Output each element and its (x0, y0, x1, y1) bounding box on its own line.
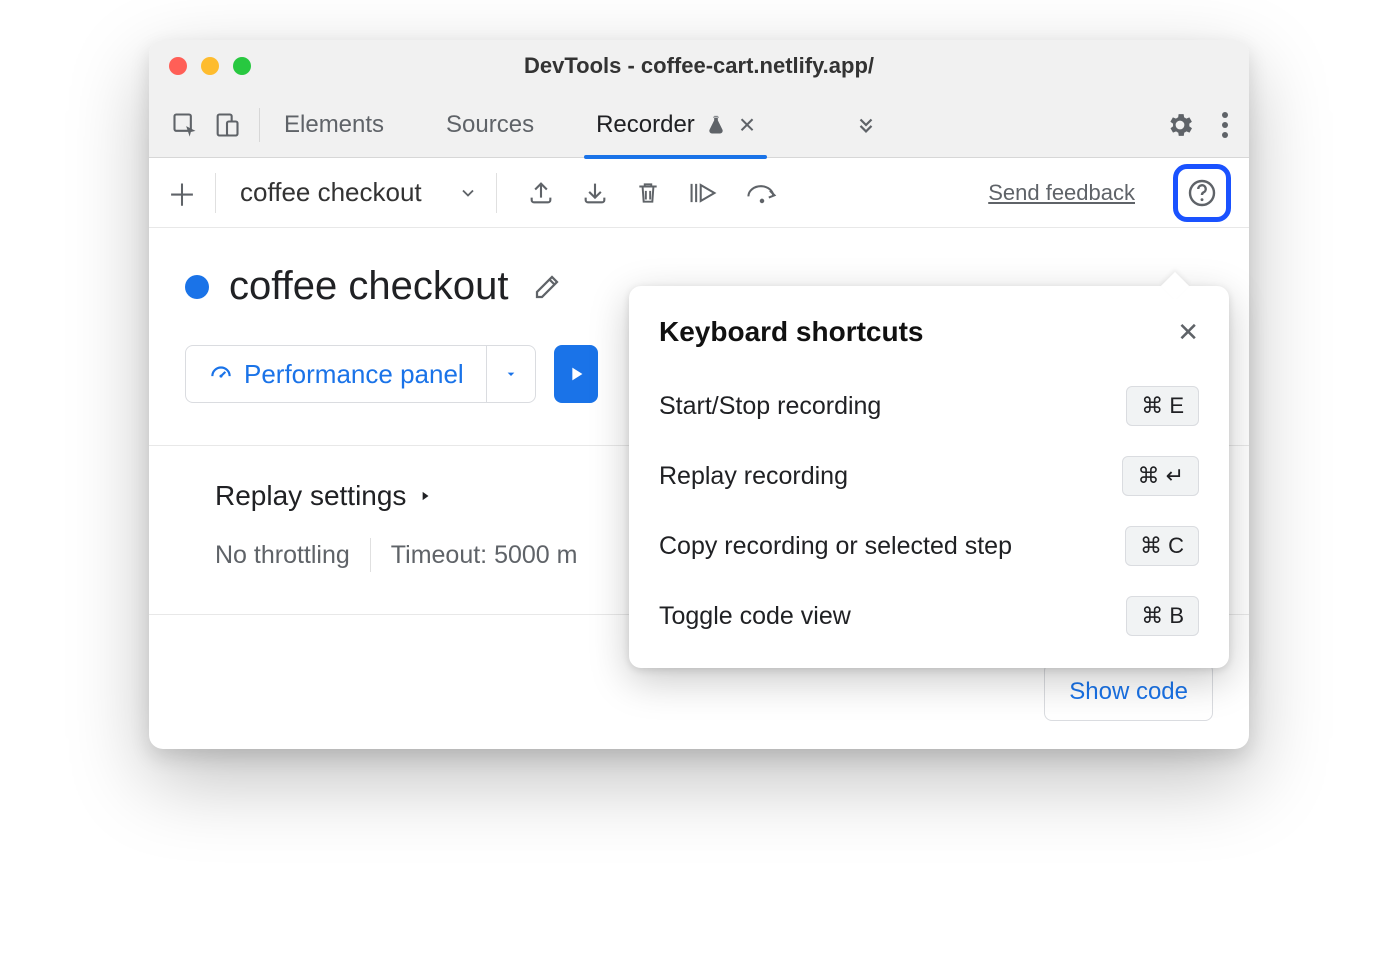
replay-button[interactable] (554, 345, 598, 403)
shortcut-row: Toggle code view ⌘ B (659, 596, 1199, 636)
delete-icon[interactable] (635, 179, 661, 207)
shortcut-label: Toggle code view (659, 602, 851, 631)
shortcut-key: ⌘ B (1126, 596, 1199, 636)
titlebar: DevTools - coffee-cart.netlify.app/ (149, 40, 1249, 92)
recording-status-dot (185, 275, 209, 299)
divider (370, 538, 371, 572)
play-icon (565, 363, 587, 385)
replay-settings-label: Replay settings (215, 480, 406, 512)
more-tabs-icon[interactable] (855, 114, 877, 136)
shortcut-key: ⌘ E (1126, 386, 1199, 426)
zoom-window-button[interactable] (233, 57, 251, 75)
gauge-icon (208, 361, 234, 387)
tab-label: Recorder (596, 111, 695, 139)
step-over-icon[interactable] (745, 180, 779, 206)
shortcut-label: Replay recording (659, 462, 848, 491)
close-tab-icon[interactable]: × (739, 111, 755, 139)
performance-panel-button[interactable]: Performance panel (185, 345, 536, 403)
traffic-lights (149, 57, 251, 75)
shortcut-label: Copy recording or selected step (659, 532, 1012, 561)
edit-title-icon[interactable] (532, 272, 562, 302)
recorder-toolbar: ＋ coffee checkout Send feedback (149, 158, 1249, 228)
close-popover-icon[interactable]: ✕ (1177, 317, 1199, 348)
show-code-button[interactable]: Show code (1044, 663, 1213, 721)
shortcut-key: ⌘ ↵ (1122, 456, 1199, 496)
divider (496, 173, 497, 213)
experiment-flask-icon (705, 114, 727, 136)
export-icon[interactable] (527, 179, 555, 207)
popover-title: Keyboard shortcuts (659, 316, 924, 348)
tab-recorder[interactable]: Recorder × (590, 92, 761, 158)
expand-arrow-icon (418, 487, 432, 505)
tab-label: Sources (446, 111, 534, 139)
window-title: DevTools - coffee-cart.netlify.app/ (149, 53, 1249, 79)
minimize-window-button[interactable] (201, 57, 219, 75)
devtools-tabbar: Elements Sources Recorder × (149, 92, 1249, 158)
tab-label: Elements (284, 111, 384, 139)
inspect-element-icon[interactable] (171, 111, 199, 139)
recording-dropdown[interactable]: coffee checkout (240, 177, 422, 208)
close-window-button[interactable] (169, 57, 187, 75)
tab-sources[interactable]: Sources (440, 92, 540, 158)
timeout-value: Timeout: 5000 m (391, 541, 578, 570)
send-feedback-link[interactable]: Send feedback (988, 180, 1135, 206)
step-play-icon[interactable] (687, 179, 719, 207)
divider (259, 108, 260, 142)
: Copy recording or selected step ⌘ C (659, 526, 1199, 566)
keyboard-shortcuts-popover: Keyboard shortcuts ✕ Start/Stop recordin… (629, 286, 1229, 668)
shortcut-key: ⌘ C (1125, 526, 1199, 566)
perf-button-label: Performance panel (244, 359, 464, 390)
divider (215, 173, 216, 213)
shortcut-label: Start/Stop recording (659, 392, 881, 421)
new-recording-button[interactable]: ＋ (167, 171, 197, 215)
recording-title: coffee checkout (229, 264, 508, 309)
device-toolbar-icon[interactable] (213, 111, 241, 139)
throttling-value: No throttling (215, 541, 350, 570)
more-menu-icon[interactable] (1221, 110, 1229, 140)
import-icon[interactable] (581, 179, 609, 207)
shortcut-row: Start/Stop recording ⌘ E (659, 386, 1199, 426)
perf-dropdown-icon[interactable] (487, 346, 535, 402)
help-button-highlighted[interactable] (1173, 164, 1231, 222)
devtools-window: DevTools - coffee-cart.netlify.app/ Elem… (149, 40, 1249, 749)
shortcut-row: Replay recording ⌘ ↵ (659, 456, 1199, 496)
settings-gear-icon[interactable] (1165, 110, 1195, 140)
tab-elements[interactable]: Elements (278, 92, 390, 158)
chevron-down-icon[interactable] (458, 183, 478, 203)
